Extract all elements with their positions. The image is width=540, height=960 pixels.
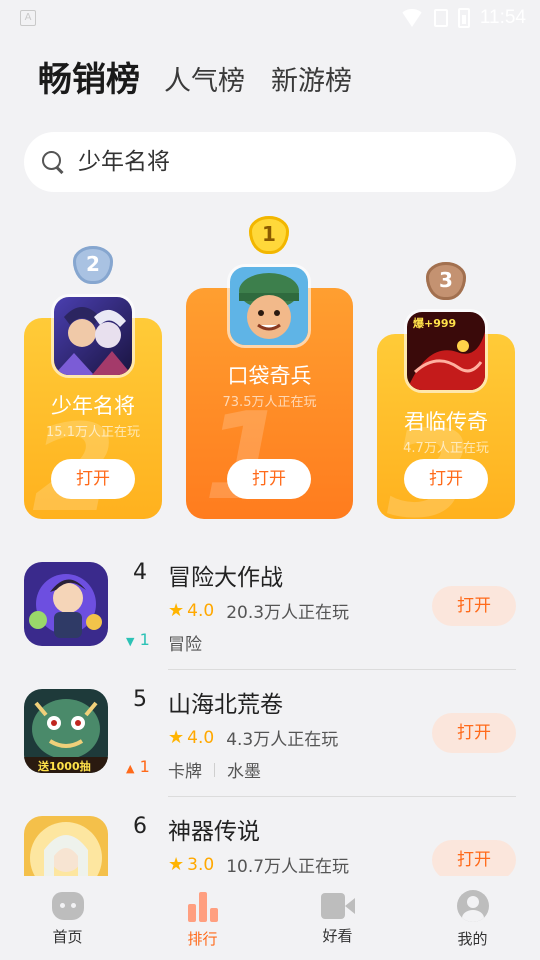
game-icon-maoxian[interactable] [24,562,108,646]
game-title: 神器传说 [168,819,260,845]
open-button[interactable]: 打开 [51,459,135,499]
profile-icon [456,890,489,922]
tag: 水墨 [227,762,261,782]
game-meta: ★ 4.0 20.3万人正在玩 [168,598,349,623]
tab-bestseller[interactable]: 畅销榜 [38,56,140,104]
video-icon [320,893,355,919]
nav-label: 首页 [52,928,83,946]
podium-game-name: 少年名将 [51,394,135,418]
nav-profile[interactable]: 我的 [405,876,540,960]
list-item[interactable]: 4 ▼ 1 冒险大作战 ★ 4.0 20.3万人正在玩 冒险 打开 [0,544,540,670]
rank-badge-3: 3 [426,262,466,300]
game-icon-shaonian[interactable] [51,294,135,378]
rank-trend: ▼ 1 [126,630,150,649]
nav-label: 好看 [322,927,353,945]
status-icons: 11:54 [399,6,526,30]
status-bar: A 11:54 [0,0,540,36]
tag-separator [214,762,215,777]
star-icon: ★ [168,727,185,748]
rank-badge-2: 2 [73,246,113,284]
game-tags: 卡牌 水墨 [168,757,261,782]
game-icon-shenqi[interactable] [24,816,108,876]
nav-ranking[interactable]: 排行 [135,876,270,960]
list-item[interactable]: 6 神器传说 ★ 3.0 10.7万人正在玩 打开 [0,798,540,876]
game-title: 山海北荒卷 [168,692,283,718]
notification-icon: A [20,10,36,26]
tab-popular[interactable]: 人气榜 [164,60,245,104]
home-icon [51,892,84,920]
players-count: 20.3万人正在玩 [226,603,350,623]
star-icon: ★ [168,854,185,875]
star-icon: ★ [168,600,185,621]
rank-number: 6 [133,814,147,839]
open-button[interactable]: 打开 [227,459,311,499]
open-button[interactable]: 打开 [432,713,516,753]
divider [168,796,516,797]
nav-home[interactable]: 首页 [0,876,135,960]
search-bar[interactable] [24,132,516,192]
search-input[interactable] [78,149,478,175]
battery-icon [457,8,470,28]
tab-new[interactable]: 新游榜 [271,60,352,104]
sim-icon [433,9,448,27]
bottom-nav: 首页 排行 好看 我的 [0,876,540,960]
game-tags: 冒险 [168,630,202,655]
nav-watch[interactable]: 好看 [270,876,405,960]
podium-players: 73.5万人正在玩 [222,395,317,410]
game-title: 冒险大作战 [168,565,283,591]
list-item[interactable]: 送1000抽 5 ▲ 1 山海北荒卷 ★ 4.0 4.3万人正在玩 卡牌 水墨 … [0,671,540,797]
rank-trend: ▲ 1 [126,757,150,776]
divider [168,669,516,670]
chart-tabs: 畅销榜 人气榜 新游榜 [38,56,378,104]
game-meta: ★ 3.0 10.7万人正在玩 [168,852,349,876]
game-meta: ★ 4.0 4.3万人正在玩 [168,725,338,750]
ranking-icon [187,890,219,922]
game-icon-koudai[interactable] [227,264,311,348]
wifi-icon [399,9,424,27]
rank-watermark: 1 [204,388,288,519]
open-button[interactable]: 打开 [432,586,516,626]
rank-badge-1: 1 [249,216,289,254]
players-count: 10.7万人正在玩 [226,857,350,876]
icon-promo-text: 爆+999 [413,316,456,330]
game-icon-shanhai[interactable]: 送1000抽 [24,689,108,773]
tag: 卡牌 [168,762,202,782]
players-count: 4.3万人正在玩 [226,730,339,750]
rating: 3.0 [187,854,215,875]
tag: 冒险 [168,635,202,655]
nav-label: 排行 [187,930,218,948]
podium-game-name: 君临传奇 [404,410,488,434]
podium-game-name: 口袋奇兵 [227,364,312,388]
podium-players: 15.1万人正在玩 [46,425,140,440]
open-button[interactable]: 打开 [404,459,488,499]
rank-number: 5 [133,687,147,712]
podium-players: 4.7万人正在玩 [403,441,489,456]
nav-label: 我的 [457,930,488,948]
icon-promo-text: 送1000抽 [37,759,91,773]
rating: 4.0 [187,727,215,748]
search-icon [42,151,64,173]
game-icon-junlin[interactable]: 爆+999 [404,309,488,393]
status-time: 11:54 [479,7,526,28]
rating: 4.0 [187,600,215,621]
open-button[interactable]: 打开 [432,840,516,876]
rank-number: 4 [133,560,147,585]
